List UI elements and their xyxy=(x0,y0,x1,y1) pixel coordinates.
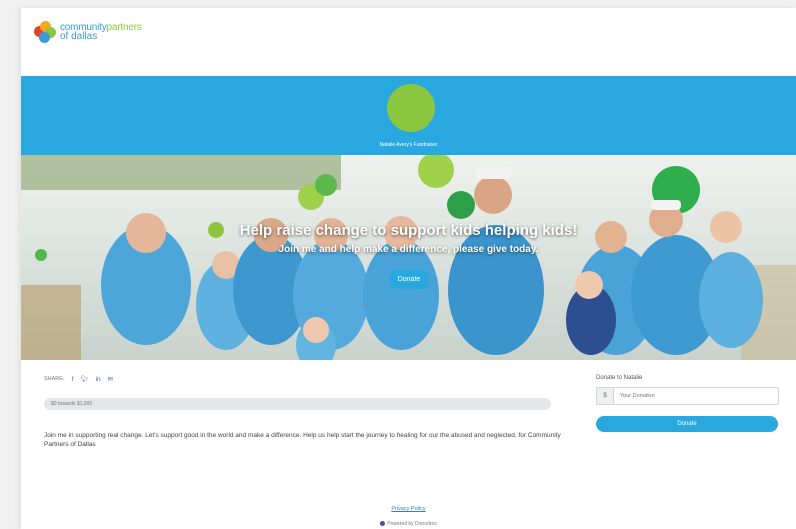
logo-text-dallas: of dallas xyxy=(60,31,98,42)
currency-symbol: $ xyxy=(597,388,614,404)
fundraiser-page: communitypartners of dallas Natalie Aver… xyxy=(21,8,796,529)
twitter-icon[interactable]: 🐦︎ xyxy=(80,375,88,383)
logo-text-partners: partners xyxy=(106,22,142,33)
linkedin-icon[interactable]: in xyxy=(96,376,101,383)
share-label: SHARE: xyxy=(44,376,65,382)
powered-by-text: Powered by Donorbox xyxy=(387,521,437,527)
donation-amount-field: $ xyxy=(596,387,779,405)
progress-text: $0 towards $1,000 xyxy=(51,401,93,407)
progress-bar: $0 towards $1,000 xyxy=(44,398,551,410)
fundraiser-name: Natalie Avery's Fundraiser xyxy=(379,142,438,148)
fundraiser-banner: Natalie Avery's Fundraiser xyxy=(21,76,796,155)
hero-subtitle: Join me and help make a difference, plea… xyxy=(278,244,539,255)
hero-donate-button[interactable]: Donate xyxy=(389,270,429,289)
site-header: communitypartners of dallas xyxy=(21,8,796,76)
logo-icon xyxy=(34,21,56,43)
hero-image: Help raise change to support kids helpin… xyxy=(21,155,796,360)
powered-by: Powered by Donorbox xyxy=(21,521,796,527)
email-icon[interactable]: ✉ xyxy=(108,375,113,383)
donation-input[interactable] xyxy=(614,388,770,404)
avatar xyxy=(387,84,435,132)
logo-wordmark: communitypartners of dallas xyxy=(60,22,142,42)
donorbox-icon xyxy=(380,521,386,527)
hero-photo xyxy=(21,155,796,360)
donate-label: Donate to Natalie xyxy=(596,375,643,381)
fundraiser-description: Join me in supporting real change. Let's… xyxy=(44,432,561,448)
hero-title: Help raise change to support kids helpin… xyxy=(239,222,578,239)
facebook-icon[interactable]: f xyxy=(71,376,73,383)
site-logo[interactable]: communitypartners of dallas xyxy=(34,21,142,43)
privacy-policy-link[interactable]: Privacy Policy xyxy=(21,506,796,512)
share-bar: SHARE: f 🐦︎ in ✉ xyxy=(44,375,113,384)
donate-button[interactable]: Donate xyxy=(596,416,778,432)
